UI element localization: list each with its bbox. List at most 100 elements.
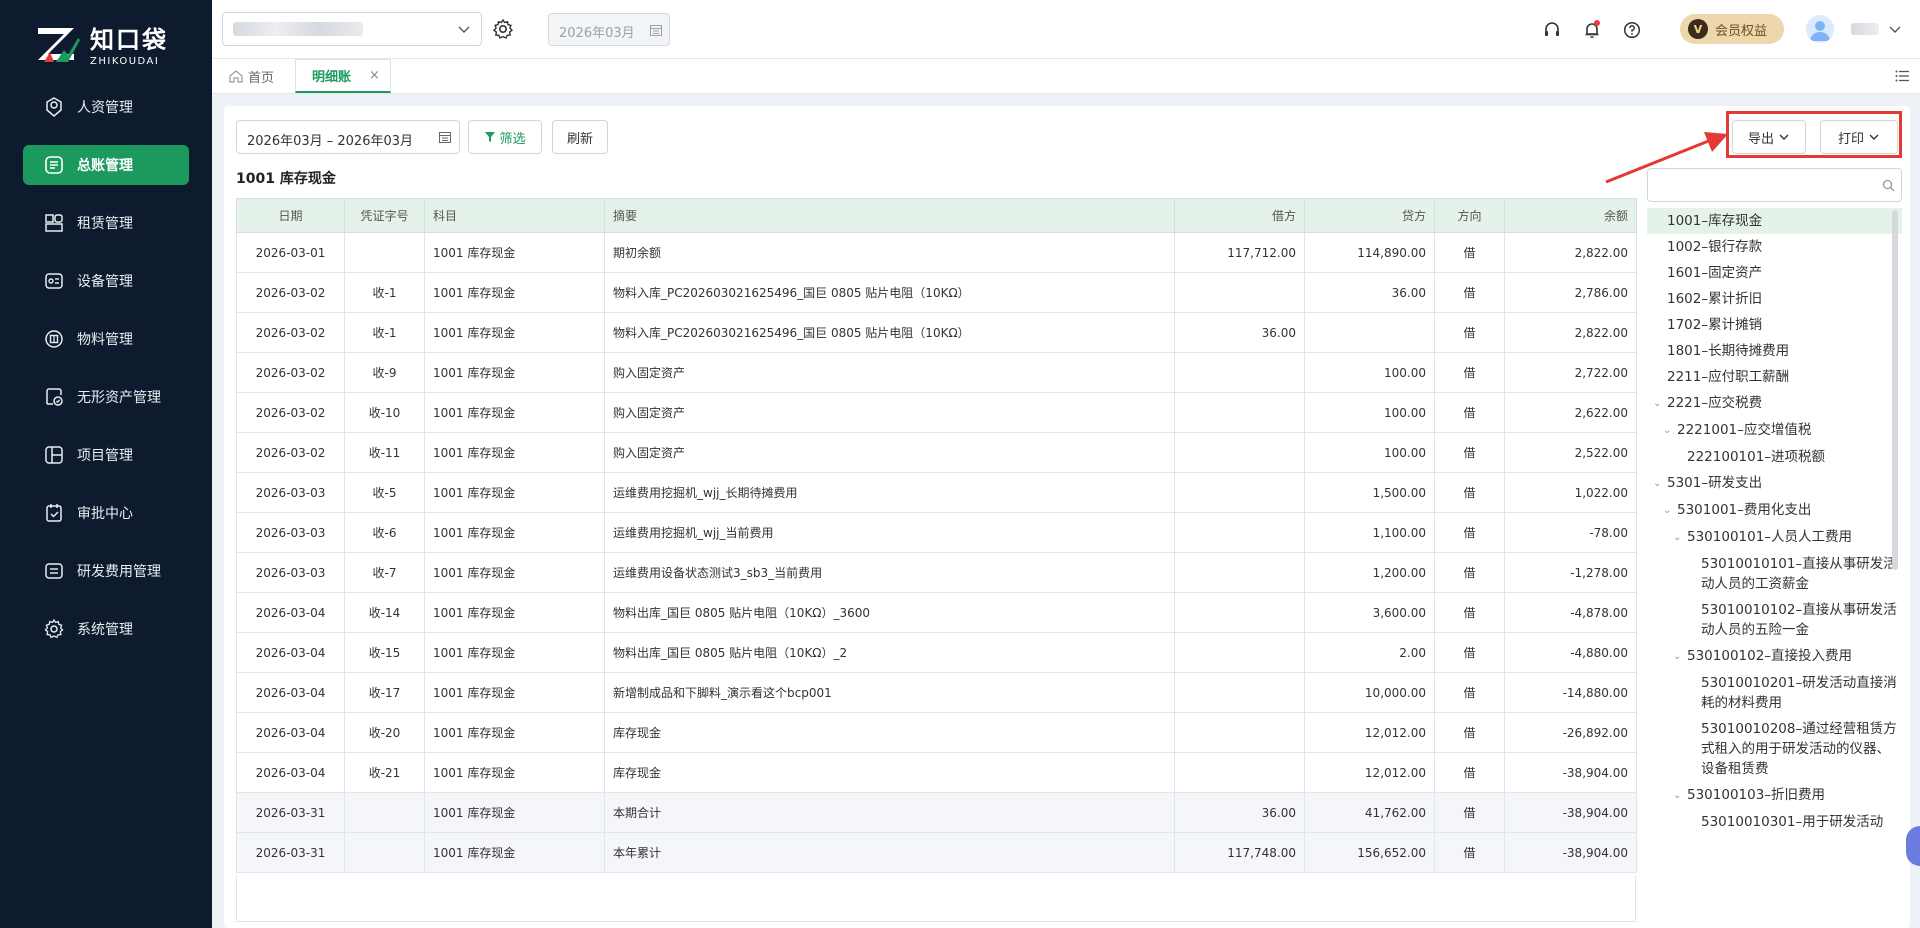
account-tree-item[interactable]: ⌄ 530100103–折旧费用: [1647, 782, 1902, 809]
table-row[interactable]: 2026-03-03 收-6 1001 库存现金 运维费用挖掘机_wjj_当前费用 1,…: [236, 512, 1637, 553]
account-tree-item[interactable]: 53010010208–通过经营租赁方式租入的用于研发活动的仪器、设备租赁费: [1647, 716, 1902, 782]
headset-icon: [1545, 22, 1559, 36]
calendar-icon: [439, 132, 451, 143]
date-range-picker[interactable]: 2026年03月 – 2026年03月: [236, 120, 460, 154]
sidebar-item-lease[interactable]: 租赁管理: [23, 203, 189, 243]
table-row[interactable]: 2026-03-02 收-9 1001 库存现金 购入固定资产 100.00 借 2,722…: [236, 352, 1637, 393]
table-row[interactable]: 2026-03-01 1001 库存现金 期初余额 117,712.00 114,890…: [236, 232, 1637, 273]
tree-expand-chevron-icon[interactable]: ⌄: [1673, 786, 1687, 806]
table-row[interactable]: 2026-03-02 收-1 1001 库存现金 物料入库_PC20260302162…: [236, 272, 1637, 313]
company-select[interactable]: [222, 12, 482, 46]
account-tree-item[interactable]: 53010010102–直接从事研发活动人员的五险一金: [1647, 597, 1902, 643]
account-tree-item[interactable]: 222100101–进项税额: [1647, 444, 1902, 470]
user-avatar[interactable]: [1806, 15, 1834, 43]
tree-expand-chevron-icon[interactable]: ⌄: [1663, 501, 1677, 521]
sidebar-item-project[interactable]: 项目管理: [23, 435, 189, 475]
credit-cell: 1,200.00: [1304, 552, 1435, 593]
table-row[interactable]: 2026-03-04 收-20 1001 库存现金 库存现金 12,012.00 借 -26…: [236, 712, 1637, 753]
tree-expand-chevron-icon[interactable]: ⌄: [1653, 394, 1667, 414]
voucher-link[interactable]: 收-17: [344, 672, 425, 713]
sidebar-item-equipment[interactable]: 设备管理: [23, 261, 189, 301]
account-tree-item[interactable]: ⌄ 5301–研发支出: [1647, 470, 1902, 497]
date-cell: 2026-03-02: [236, 432, 345, 473]
account-tree-label: 1801–长期待摊费用: [1667, 343, 1790, 359]
brand-logo[interactable]: 知口袋 ZHIKOUDAI: [34, 20, 168, 67]
column-header: 科目: [424, 198, 605, 233]
table-row[interactable]: 2026-03-04 收-14 1001 库存现金 物料出库_国巨 0805 贴片电阻…: [236, 592, 1637, 633]
account-tree-item[interactable]: 1602–累计折旧: [1647, 286, 1902, 312]
balance-cell: -78.00: [1504, 512, 1637, 553]
table-summary-row[interactable]: 2026-03-31 1001 库存现金 本期合计 36.00 41,762.00 借 -3…: [236, 792, 1637, 833]
tree-expand-chevron-icon[interactable]: ⌄: [1673, 647, 1687, 667]
sidebar-item-settings[interactable]: 系统管理: [23, 609, 189, 649]
voucher-link[interactable]: 收-11: [344, 432, 425, 473]
account-tree-item[interactable]: 1702–累计摊销: [1647, 312, 1902, 338]
sidebar-item-approval[interactable]: 审批中心: [23, 493, 189, 533]
help-button[interactable]: [1619, 18, 1645, 42]
account-tree-item[interactable]: 1002–银行存款: [1647, 234, 1902, 260]
table-row[interactable]: 2026-03-02 收-10 1001 库存现金 购入固定资产 100.00 借 2,62…: [236, 392, 1637, 433]
voucher-link[interactable]: 收-15: [344, 632, 425, 673]
sidebar-item-ledger[interactable]: 总账管理: [23, 145, 189, 185]
account-tree-item[interactable]: 53010010201–研发活动直接消耗的材料费用: [1647, 670, 1902, 716]
print-button[interactable]: 打印: [1820, 120, 1898, 154]
table-summary-row[interactable]: 2026-03-31 1001 库存现金 本年累计 117,748.00 156,652…: [236, 832, 1637, 873]
tree-expand-chevron-icon[interactable]: ⌄: [1673, 528, 1687, 548]
account-tree-item[interactable]: ⌄ 530100102–直接投入费用: [1647, 643, 1902, 670]
voucher-link[interactable]: 收-5: [344, 472, 425, 513]
refresh-button[interactable]: 刷新: [552, 120, 608, 154]
account-tree-item[interactable]: 1801–长期待摊费用: [1647, 338, 1902, 364]
voucher-link[interactable]: 收-1: [344, 272, 425, 313]
voucher-link[interactable]: 收-7: [344, 552, 425, 593]
direction-cell: 借: [1434, 632, 1505, 673]
date-cell: 2026-03-01: [236, 232, 345, 273]
export-button[interactable]: 导出: [1732, 120, 1806, 154]
voucher-link[interactable]: 收-21: [344, 752, 425, 793]
table-row[interactable]: 2026-03-04 收-17 1001 库存现金 新增制成品和下脚料_演示看这个bc…: [236, 672, 1637, 713]
account-tree-item[interactable]: 1001–库存现金: [1647, 208, 1902, 234]
accounting-period-field[interactable]: 2026年03月: [548, 13, 670, 46]
account-tree-item[interactable]: 2211–应付职工薪酬: [1647, 364, 1902, 390]
table-row[interactable]: 2026-03-04 收-15 1001 库存现金 物料出库_国巨 0805 贴片电阻…: [236, 632, 1637, 673]
user-menu-chevron-icon[interactable]: [1888, 22, 1902, 36]
sidebar-item-material[interactable]: 物料管理: [23, 319, 189, 359]
notifications-button[interactable]: [1579, 18, 1605, 42]
company-settings-button[interactable]: [490, 16, 516, 42]
account-tree-item[interactable]: ⌄ 5301001–费用化支出: [1647, 497, 1902, 524]
table-row[interactable]: 2026-03-02 收-1 1001 库存现金 物料入库_PC20260302162…: [236, 312, 1637, 353]
voucher-link[interactable]: 收-14: [344, 592, 425, 633]
voucher-link[interactable]: 收-1: [344, 312, 425, 353]
account-tree-scrollbar[interactable]: [1892, 210, 1898, 570]
voucher-link[interactable]: 收-6: [344, 512, 425, 553]
member-benefits-button[interactable]: V 会员权益: [1680, 14, 1784, 44]
table-row[interactable]: 2026-03-02 收-11 1001 库存现金 购入固定资产 100.00 借 2,52…: [236, 432, 1637, 473]
account-tree-item[interactable]: 53010010301–用于研发活动: [1647, 809, 1902, 835]
sidebar-item-intangible-asset[interactable]: 无形资产管理: [23, 377, 189, 417]
table-row[interactable]: 2026-03-03 收-5 1001 库存现金 运维费用挖掘机_wjj_长期待摊费用…: [236, 472, 1637, 513]
filter-button[interactable]: 筛选: [468, 120, 542, 154]
account-tree-item[interactable]: ⌄ 530100101–人员人工费用: [1647, 524, 1902, 551]
account-tree-item[interactable]: ⌄ 2221–应交税费: [1647, 390, 1902, 417]
account-tree-item[interactable]: ⌄ 2221001–应交增值税: [1647, 417, 1902, 444]
table-row[interactable]: 2026-03-04 收-21 1001 库存现金 库存现金 12,012.00 借 -38…: [236, 752, 1637, 793]
tab-home[interactable]: 首页: [228, 59, 274, 93]
debit-cell: 117,748.00: [1174, 832, 1305, 873]
voucher-link[interactable]: 收-9: [344, 352, 425, 393]
account-search-input[interactable]: [1647, 168, 1902, 202]
floating-chat-button[interactable]: [1906, 826, 1920, 866]
user-name-redacted[interactable]: [1851, 23, 1879, 35]
tree-expand-chevron-icon[interactable]: ⌄: [1653, 474, 1667, 494]
member-benefits-label: 会员权益: [1715, 23, 1768, 39]
sidebar-item-rd-expense[interactable]: 研发费用管理: [23, 551, 189, 591]
sidebar-item-person-badge[interactable]: 人资管理: [23, 87, 189, 127]
tab-ledger-detail[interactable]: 明细账 ×: [295, 59, 391, 93]
tab-close-icon[interactable]: ×: [369, 68, 380, 83]
tree-expand-chevron-icon[interactable]: ⌄: [1663, 421, 1677, 441]
support-button[interactable]: [1539, 18, 1565, 42]
account-tree-item[interactable]: 1601–固定资产: [1647, 260, 1902, 286]
voucher-link[interactable]: 收-10: [344, 392, 425, 433]
table-row[interactable]: 2026-03-03 收-7 1001 库存现金 运维费用设备状态测试3_sb3_当前…: [236, 552, 1637, 593]
tab-list-menu-icon[interactable]: [1894, 68, 1910, 84]
voucher-link[interactable]: 收-20: [344, 712, 425, 753]
account-tree-item[interactable]: 53010010101–直接从事研发活动人员的工资薪金: [1647, 551, 1902, 597]
